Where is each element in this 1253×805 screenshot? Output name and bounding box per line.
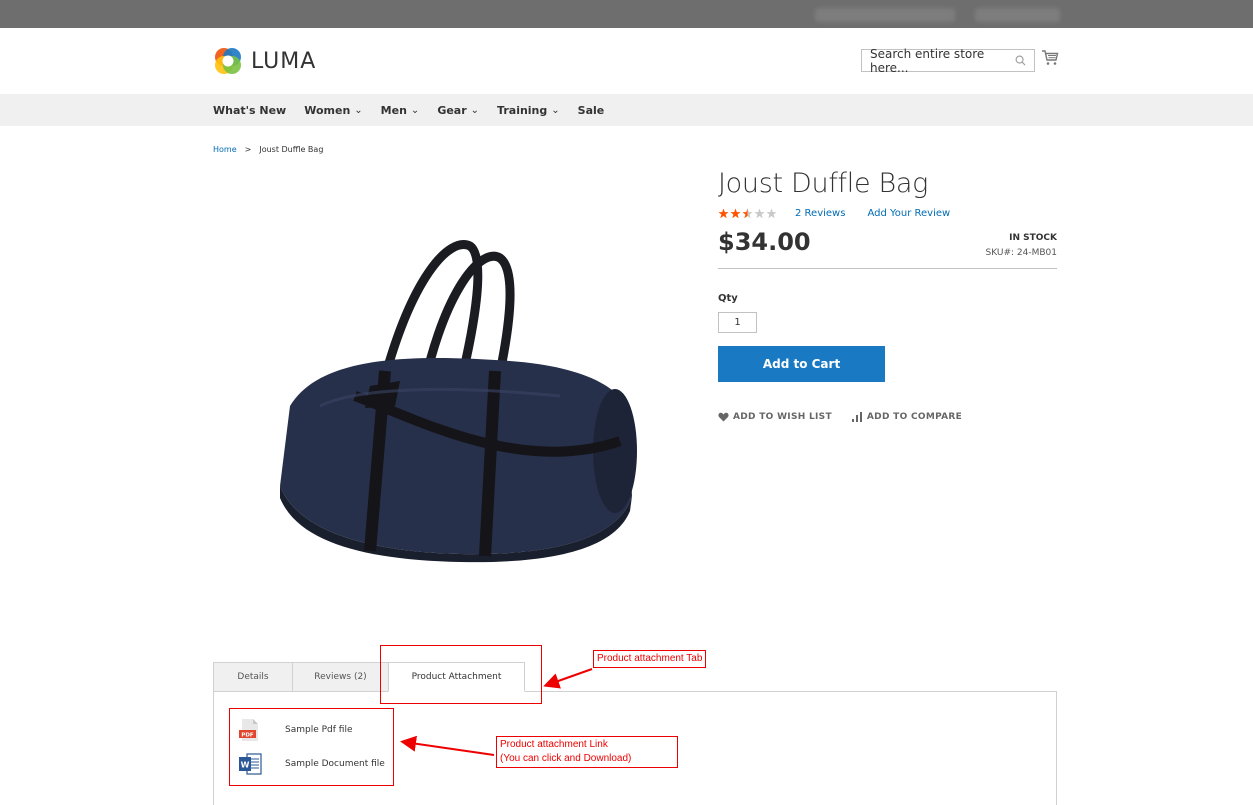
stock-status: IN STOCK [1009, 233, 1057, 243]
annotation-arrow-tab [543, 668, 593, 689]
annotation-tab-label: Product attachment Tab [593, 650, 707, 668]
nav-item-whats-new[interactable]: What's New [213, 104, 286, 117]
nav-label[interactable]: Training [497, 104, 547, 117]
tab-product-attachment[interactable]: Product Attachment [388, 662, 525, 692]
cart-icon[interactable] [1041, 49, 1059, 67]
product-image[interactable] [260, 236, 640, 566]
chevron-down-icon: ⌄ [410, 104, 420, 116]
chevron-down-icon: ⌄ [354, 104, 363, 116]
annotation-files-highlight [229, 708, 394, 786]
star-empty-icon [754, 208, 765, 219]
star-full-icon [718, 208, 729, 219]
annotation-link-text-2: (You can click and Download) [500, 753, 632, 764]
nav-item-sale[interactable]: Sale [578, 104, 605, 117]
product-actions: ADD TO WISH LIST ADD TO COMPARE [718, 412, 962, 422]
breadcrumb-separator: > [244, 145, 252, 154]
nav-label[interactable]: Gear [437, 104, 466, 117]
wishlist-label[interactable]: ADD TO WISH LIST [733, 412, 832, 422]
search-input[interactable]: Search entire store here... [861, 47, 1035, 75]
reviews-link[interactable]: 2 Reviews [795, 208, 845, 219]
nav-item-men[interactable]: Men ⌄ [381, 104, 420, 117]
add-review-link[interactable]: Add Your Review [867, 208, 950, 219]
compare-icon [851, 412, 862, 422]
nav-item-gear[interactable]: Gear ⌄ [437, 104, 479, 117]
breadcrumb-current: Joust Duffle Bag [259, 145, 324, 154]
nav-label[interactable]: What's New [213, 104, 286, 117]
top-bar [0, 0, 1253, 28]
blurred-header-link[interactable] [815, 8, 955, 22]
main-navigation: What's New Women ⌄ Men ⌄ Gear ⌄ Training ⌄ S… [0, 94, 1253, 126]
tab-reviews[interactable]: Reviews (2) [292, 662, 389, 692]
search-placeholder[interactable]: Search entire store here... [870, 47, 1015, 75]
chevron-down-icon: ⌄ [551, 104, 560, 116]
divider [718, 268, 1057, 269]
nav-label[interactable]: Men [381, 104, 407, 117]
star-half-icon [742, 208, 753, 219]
product-rating: 2 Reviews Add Your Review [718, 208, 972, 219]
sku-label: SKU#: [985, 248, 1015, 258]
product-price: $34.00 [718, 228, 811, 256]
add-to-wishlist-link[interactable]: ADD TO WISH LIST [718, 412, 832, 422]
add-to-compare-link[interactable]: ADD TO COMPARE [851, 412, 962, 422]
blurred-header-link[interactable] [975, 8, 1060, 22]
nav-label[interactable]: Sale [578, 104, 605, 117]
star-empty-icon [766, 208, 777, 219]
product-tabs: Details Reviews (2) Product Attachment [213, 662, 525, 692]
star-full-icon [730, 208, 741, 219]
logo-text: LUMA [251, 48, 317, 74]
breadcrumb: Home > Joust Duffle Bag [213, 145, 323, 154]
product-sku: SKU#: 24-MB01 [985, 248, 1057, 258]
breadcrumb-home-link[interactable]: Home [213, 145, 237, 154]
nav-item-training[interactable]: Training ⌄ [497, 104, 560, 117]
annotation-link-label: Product attachment Link (You can click a… [496, 736, 678, 768]
tab-details[interactable]: Details [213, 662, 293, 692]
sku-value: 24-MB01 [1016, 248, 1057, 258]
qty-label: Qty [718, 293, 738, 304]
annotation-link-text-1: Product attachment Link [500, 739, 608, 750]
nav-item-women[interactable]: Women ⌄ [304, 104, 362, 117]
annotation-tab-text: Product attachment Tab [597, 653, 703, 664]
qty-input[interactable] [718, 312, 757, 333]
chevron-down-icon: ⌄ [470, 104, 480, 116]
add-to-cart-button[interactable]: Add to Cart [718, 346, 885, 382]
store-logo[interactable]: LUMA [213, 44, 316, 78]
nav-label[interactable]: Women [304, 104, 350, 117]
luma-logo-icon [215, 48, 241, 74]
heart-icon [718, 412, 729, 422]
compare-label[interactable]: ADD TO COMPARE [867, 412, 962, 422]
rating-stars [718, 208, 777, 219]
product-title: Joust Duffle Bag [718, 168, 929, 199]
search-icon[interactable] [1015, 55, 1026, 66]
